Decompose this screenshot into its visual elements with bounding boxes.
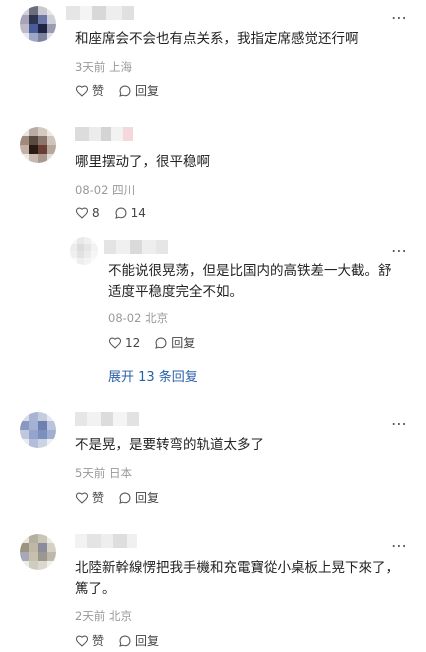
speech-bubble-icon	[155, 337, 167, 349]
username-blurred[interactable]	[66, 6, 134, 20]
avatar[interactable]	[70, 237, 98, 265]
username-blurred[interactable]	[75, 534, 137, 548]
reply-label: 回复	[171, 336, 196, 350]
avatar[interactable]	[20, 534, 56, 570]
comment-actions: 12 回复	[108, 334, 209, 351]
username-blurred[interactable]	[75, 412, 139, 426]
like-button[interactable]: 赞	[75, 489, 104, 506]
speech-bubble-icon	[119, 492, 131, 504]
like-label: 赞	[92, 634, 105, 648]
reply-label: 回复	[135, 84, 160, 98]
comment-actions: 赞 回复	[75, 489, 173, 506]
like-button[interactable]: 赞	[75, 82, 104, 99]
reply-button[interactable]: 回复	[118, 632, 159, 649]
comment-meta: 5天前 日本	[75, 466, 132, 480]
comment-text: 哪里摆动了，很平稳啊	[75, 154, 210, 170]
reply-button[interactable]: 回复	[118, 489, 159, 506]
comment-meta: 08-02 北京	[108, 311, 169, 325]
avatar[interactable]	[20, 127, 56, 163]
comment-text: 北陸新幹線愣把我手機和充電寶從小桌板上晃下來了， 篤了。	[75, 560, 399, 597]
comment-text: 不能说很晃荡，但是比国内的高铁差一大截。舒 适度平稳度完全不如。	[108, 263, 392, 300]
comment-text: 和座席会不会也有点关系，我指定席感觉还行啊	[75, 31, 359, 47]
heart-outline-icon	[75, 492, 89, 504]
reply-button[interactable]: 回复	[154, 334, 195, 351]
avatar[interactable]	[20, 6, 56, 42]
more-dots-icon[interactable]: ⋯	[391, 538, 408, 554]
avatar[interactable]	[20, 412, 56, 448]
like-label: 赞	[92, 491, 105, 505]
more-dots-icon[interactable]: ⋯	[391, 416, 408, 432]
expand-replies-link[interactable]: 展开 13 条回复	[108, 366, 198, 385]
like-button[interactable]: 12	[108, 336, 140, 350]
username-blurred[interactable]	[75, 127, 133, 141]
like-label: 赞	[92, 84, 105, 98]
more-dots-icon[interactable]: ⋯	[391, 10, 408, 26]
heart-outline-icon	[108, 337, 122, 349]
heart-outline-icon	[75, 635, 89, 647]
reply-button[interactable]: 14	[114, 206, 146, 220]
reply-label: 回复	[135, 491, 160, 505]
like-button[interactable]: 8	[75, 206, 100, 220]
reply-button[interactable]: 回复	[118, 82, 159, 99]
reply-label: 回复	[135, 634, 160, 648]
heart-outline-icon	[75, 207, 89, 219]
comment-actions: 8 14	[75, 206, 160, 220]
comment-actions: 赞 回复	[75, 82, 173, 99]
heart-outline-icon	[75, 85, 89, 97]
reply-count: 14	[130, 206, 146, 220]
like-button[interactable]: 赞	[75, 632, 104, 649]
like-count: 8	[92, 206, 100, 220]
username-blurred[interactable]	[104, 240, 168, 254]
more-dots-icon[interactable]: ⋯	[391, 243, 408, 259]
comment-actions: 赞 回复	[75, 632, 173, 649]
comment-text: 不是晃，是要转弯的轨道太多了	[75, 437, 264, 453]
speech-bubble-icon	[114, 207, 127, 219]
speech-bubble-icon	[119, 635, 131, 647]
comment-meta: 08-02 四川	[75, 183, 136, 197]
like-count: 12	[125, 335, 141, 350]
comment-meta: 2天前 北京	[75, 609, 132, 623]
speech-bubble-icon	[119, 85, 131, 97]
comment-meta: 3天前 上海	[75, 60, 132, 74]
